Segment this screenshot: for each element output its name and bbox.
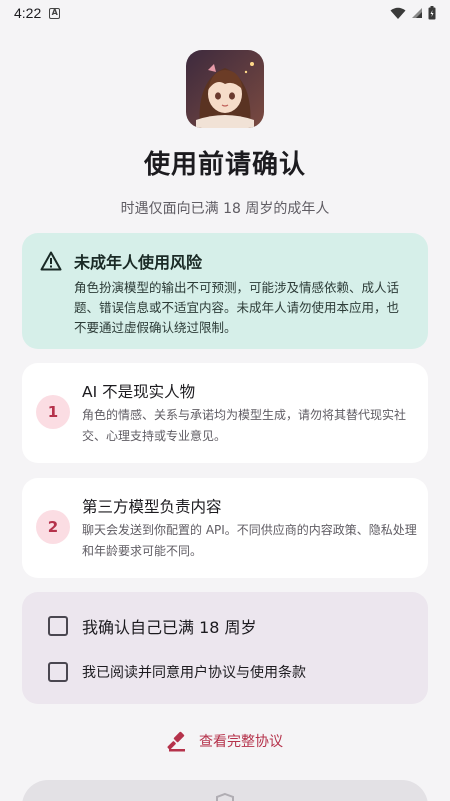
notice-card-third-party: 2 第三方模型负责内容 聊天会发送到你配置的 API。不同供应商的内容政策、隐私… [22,478,428,578]
notice-title: 第三方模型负责内容 [82,498,222,516]
warning-body: 角色扮演模型的输出不可预测，可能涉及情感依赖、成人话题、错误信息或不适宜内容。未… [74,280,400,335]
page-subtitle: 时遇仅面向已满 18 周岁的成年人 [120,201,330,217]
notification-icon: A [49,7,61,19]
confirmation-box: 我确认自己已满 18 周岁 我已阅读并同意用户协议与使用条款 [22,592,428,704]
continue-button[interactable] [22,780,428,801]
status-time: 4:22 [14,5,42,21]
status-icons [390,6,436,20]
page-title: 使用前请确认 [143,150,306,180]
gavel-icon [167,731,185,752]
status-bar: 4:22 A [0,0,450,26]
notice-card-ai: 1 AI 不是现实人物 角色的情感、关系与承诺均为模型生成，请勿将其替代现实社交… [22,363,428,463]
age-confirm-label[interactable]: 我确认自己已满 18 周岁 [82,614,257,638]
app-icon [186,50,264,128]
warning-title: 未成年人使用风险 [74,253,203,272]
battery-icon [428,6,436,20]
age-confirm-row[interactable]: 我确认自己已满 18 周岁 [48,614,257,638]
view-agreement-label[interactable]: 查看完整协议 [199,731,283,751]
notice-number-badge: 2 [36,510,70,544]
terms-agree-label[interactable]: 我已阅读并同意用户协议与使用条款 [82,662,306,682]
notice-number-badge: 1 [36,395,70,429]
notice-body: 角色的情感、关系与承诺均为模型生成，请勿将其替代现实社交、心理支持或专业意见。 [82,408,407,443]
minor-risk-warning-card: 未成年人使用风险 角色扮演模型的输出不可预测，可能涉及情感依赖、成人话题、错误信… [22,233,428,349]
terms-agree-checkbox[interactable] [48,662,68,682]
wifi-icon [390,7,406,19]
shield-icon [216,792,234,801]
age-confirm-checkbox[interactable] [48,616,68,636]
notice-title: AI 不是现实人物 [82,383,196,401]
notice-body: 聊天会发送到你配置的 API。不同供应商的内容政策、隐私处理和年龄要求可能不同。 [82,523,417,558]
warning-icon [40,251,62,271]
view-agreement-link[interactable]: 查看完整协议 [0,730,450,752]
terms-agree-row[interactable]: 我已阅读并同意用户协议与使用条款 [48,662,306,682]
signal-icon [412,8,422,18]
